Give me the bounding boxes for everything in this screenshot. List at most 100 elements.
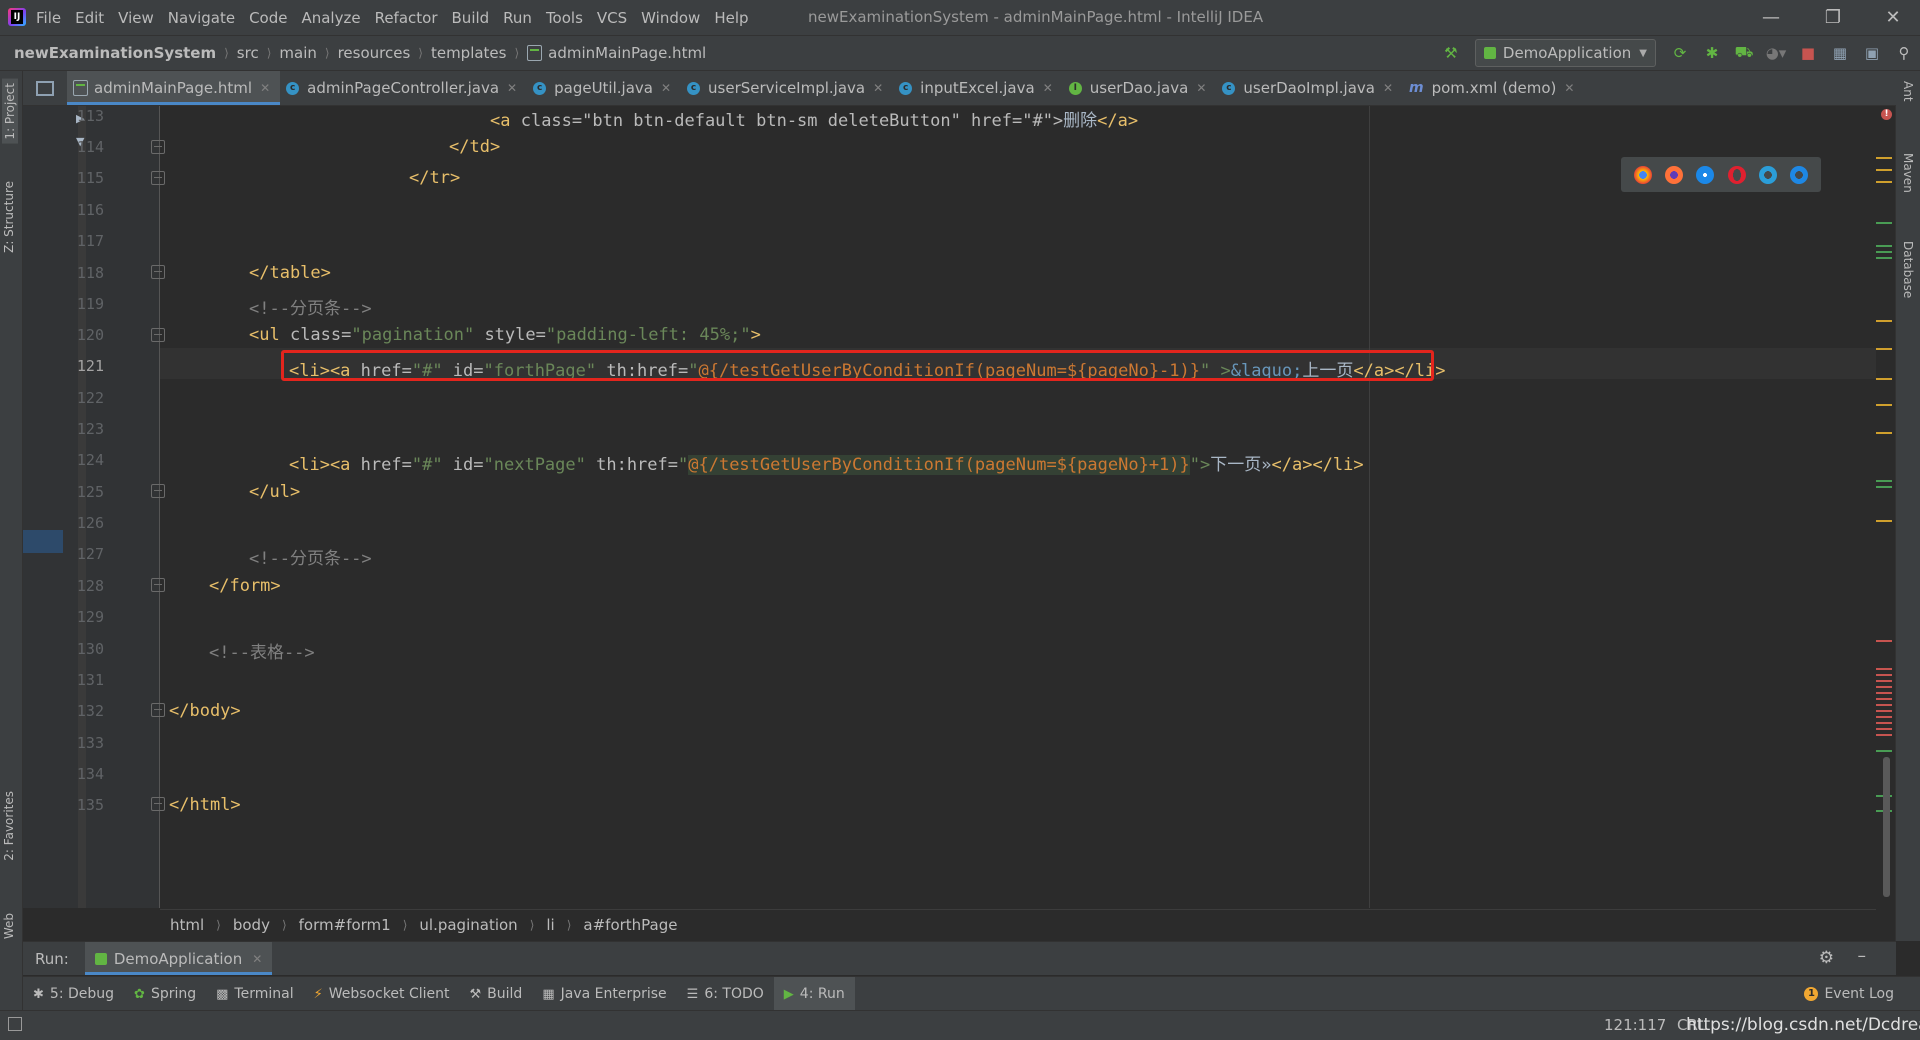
structure-tool-tab[interactable]: Z: Structure <box>2 181 16 253</box>
code-line-113[interactable]: <a class="btn btn-default btn-sm deleteB… <box>490 106 1138 131</box>
menu-refactor[interactable]: Refactor <box>375 9 438 27</box>
error-stripe[interactable] <box>1876 734 1892 736</box>
code-line-118[interactable]: </table> <box>249 263 331 283</box>
tab-userserviceimpl-java[interactable]: c userServiceImpl.java ✕ <box>681 71 893 105</box>
error-stripe[interactable] <box>1876 686 1892 688</box>
close-tab-icon[interactable]: ✕ <box>1196 81 1206 95</box>
breadcrumb-resources[interactable]: resources <box>338 44 411 62</box>
warning-stripe[interactable] <box>1876 378 1892 380</box>
warning-stripe[interactable] <box>1876 404 1892 406</box>
tab-run[interactable]: ▶ 4: Run <box>773 977 855 1011</box>
error-stripe[interactable] <box>1876 692 1892 694</box>
menu-run[interactable]: Run <box>503 9 532 27</box>
event-log-button[interactable]: 1 Event Log <box>1804 977 1894 1011</box>
code-line-132[interactable]: </body> <box>169 701 241 721</box>
close-tab-icon[interactable]: ✕ <box>1383 81 1393 95</box>
change-stripe[interactable] <box>1876 480 1892 482</box>
breadcrumb-templates[interactable]: templates <box>431 44 507 62</box>
favorites-tool-tab[interactable]: 2: Favorites <box>2 791 16 861</box>
menu-build[interactable]: Build <box>452 9 490 27</box>
database-tool-tab[interactable]: Database <box>1901 241 1915 298</box>
error-stripe[interactable] <box>1876 728 1892 730</box>
error-stripe[interactable] <box>1876 722 1892 724</box>
crumb-html[interactable]: html <box>170 916 204 934</box>
breadcrumb-src[interactable]: src <box>237 44 259 62</box>
maven-tool-tab[interactable]: Maven <box>1901 153 1915 193</box>
warning-stripe[interactable] <box>1876 520 1892 522</box>
tab-debug[interactable]: ✱ 5: Debug <box>23 977 124 1011</box>
project-tool-tab[interactable]: 1: Project <box>2 79 18 144</box>
error-indicator-icon[interactable]: ! <box>1881 109 1892 120</box>
profile-icon[interactable]: ◕▾ <box>1765 42 1787 64</box>
crumb-li[interactable]: li <box>546 916 554 934</box>
tab-websocket-client[interactable]: ⚡ Websocket Client <box>304 977 460 1011</box>
fold-marker-icon[interactable] <box>151 265 165 279</box>
error-stripe[interactable] <box>1876 680 1892 682</box>
build-hammer-icon[interactable]: ⚒ <box>1440 42 1462 64</box>
error-stripe[interactable] <box>1876 704 1892 706</box>
tab-userdao-java[interactable]: I userDao.java ✕ <box>1063 71 1217 105</box>
breadcrumb-project[interactable]: newExaminationSystem <box>14 44 216 62</box>
close-tab-icon[interactable]: ✕ <box>873 81 883 95</box>
change-stripe[interactable] <box>1876 251 1892 253</box>
warning-stripe[interactable] <box>1876 348 1892 350</box>
tab-adminpagecontroller-java[interactable]: c adminPageController.java ✕ <box>280 71 527 105</box>
presentation-icon[interactable]: ▣ <box>1861 42 1883 64</box>
change-stripe[interactable] <box>1876 257 1892 259</box>
crumb-form[interactable]: form#form1 <box>299 916 391 934</box>
search-icon[interactable]: ⚲ <box>1893 42 1915 64</box>
stop-icon[interactable]: ■ <box>1797 42 1819 64</box>
fold-marker-icon[interactable] <box>151 171 165 185</box>
tab-spring[interactable]: ✿ Spring <box>124 977 206 1011</box>
close-tab-icon[interactable]: ✕ <box>260 81 270 95</box>
web-tool-tab[interactable]: Web <box>2 913 16 939</box>
code-line-130[interactable]: <!--表格--> <box>209 638 315 663</box>
change-stripe[interactable] <box>1876 486 1892 488</box>
gear-icon[interactable]: ⚙ <box>1819 948 1834 968</box>
restore-icon[interactable]: ❐ <box>1810 0 1856 35</box>
opera-icon[interactable] <box>1727 165 1746 184</box>
fold-marker-icon[interactable] <box>151 328 165 342</box>
warning-stripe[interactable] <box>1876 432 1892 434</box>
close-tab-icon[interactable]: ✕ <box>661 81 671 95</box>
tab-pageutil-java[interactable]: c pageUtil.java ✕ <box>527 71 681 105</box>
safari-icon[interactable] <box>1696 165 1715 184</box>
error-stripe[interactable] <box>1876 640 1892 642</box>
code-line-135[interactable]: </html> <box>169 795 241 815</box>
edge-icon[interactable] <box>1790 165 1809 184</box>
breadcrumb-file[interactable]: adminMainPage.html <box>548 44 706 62</box>
code-line-119[interactable]: <!--分页条--> <box>249 294 372 319</box>
change-stripe[interactable] <box>1876 750 1892 752</box>
run-with-coverage-icon[interactable]: ⛟ <box>1733 42 1755 64</box>
close-tab-icon[interactable]: ✕ <box>1043 81 1053 95</box>
tab-build[interactable]: ⚒ Build <box>460 977 533 1011</box>
code-line-128[interactable]: </form> <box>209 576 281 596</box>
code-line-114[interactable]: </td> <box>449 137 500 157</box>
chrome-icon[interactable] <box>1633 165 1652 184</box>
code-line-124[interactable]: <li><a href="#" id="nextPage" th:href="@… <box>289 450 1364 475</box>
rerun-icon[interactable]: ⟳ <box>1669 42 1691 64</box>
run-tab-demoapplication[interactable]: DemoApplication ✕ <box>84 942 273 975</box>
menu-code[interactable]: Code <box>249 9 287 27</box>
warning-stripe[interactable] <box>1876 169 1892 171</box>
warning-stripe[interactable] <box>1876 157 1892 159</box>
menu-help[interactable]: Help <box>714 9 748 27</box>
fold-marker-icon[interactable] <box>151 484 165 498</box>
menu-window[interactable]: Window <box>641 9 700 27</box>
close-tab-icon[interactable]: ✕ <box>252 952 262 966</box>
tab-adminmainpage-html[interactable]: adminMainPage.html ✕ <box>67 71 281 105</box>
menu-edit[interactable]: Edit <box>75 9 104 27</box>
menu-view[interactable]: View <box>118 9 154 27</box>
tab-todo[interactable]: ☰ 6: TODO <box>677 977 774 1011</box>
tab-terminal[interactable]: ▩ Terminal <box>206 977 303 1011</box>
close-tab-icon[interactable]: ✕ <box>507 81 517 95</box>
error-stripe[interactable] <box>1876 698 1892 700</box>
crumb-ul[interactable]: ul.pagination <box>419 916 517 934</box>
menu-file[interactable]: File <box>36 9 61 27</box>
editor-scrollbar-thumb[interactable] <box>1883 757 1890 897</box>
caret-position[interactable]: 121:117 <box>1604 1011 1666 1040</box>
crumb-a[interactable]: a#forthPage <box>583 916 677 934</box>
error-stripe[interactable] <box>1876 716 1892 718</box>
project-structure-icon[interactable]: ▦ <box>1829 42 1851 64</box>
debug-icon[interactable]: ✱ <box>1701 42 1723 64</box>
